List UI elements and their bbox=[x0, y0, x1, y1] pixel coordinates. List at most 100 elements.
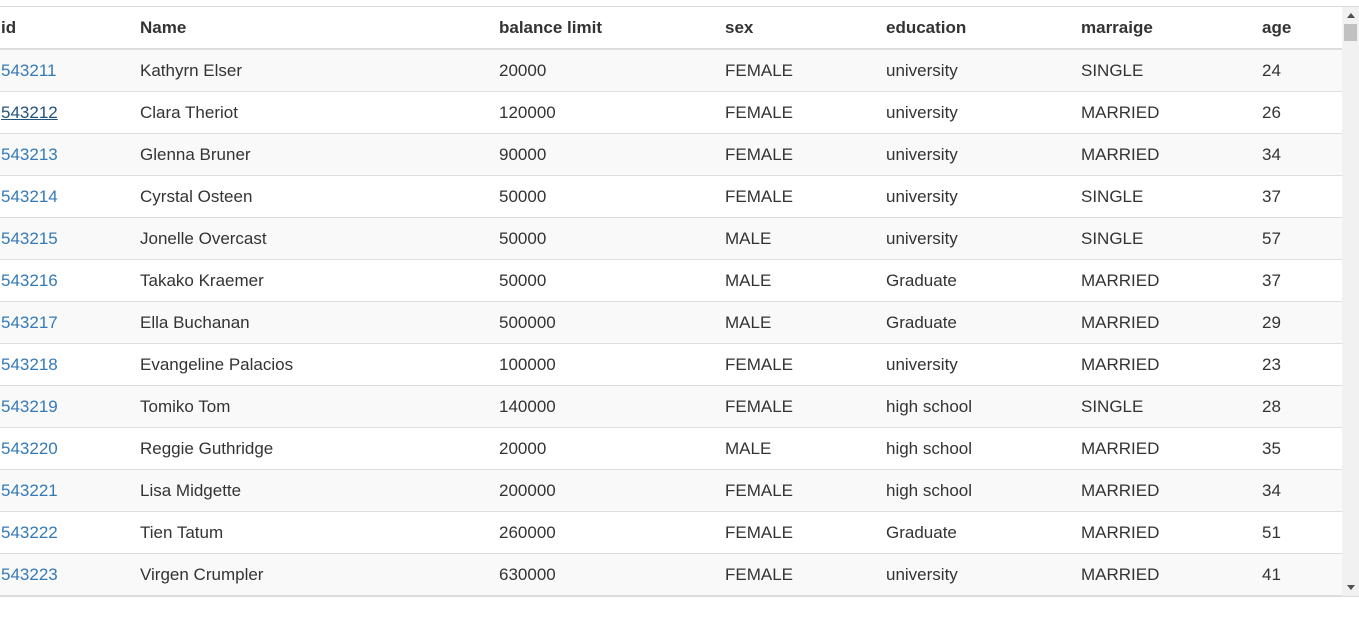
table-row: 543213 Glenna Bruner 90000 FEMALE university… bbox=[0, 133, 1342, 176]
cell-age: 37 bbox=[1262, 175, 1342, 218]
cell-marriage: MARRIED bbox=[1081, 511, 1262, 554]
cell-marriage: MARRIED bbox=[1081, 343, 1262, 386]
cell-balance-limit: 140000 bbox=[499, 385, 725, 428]
record-id-link[interactable]: 543218 bbox=[1, 355, 58, 374]
table-row: 543216 Takako Kraemer 50000 MALE Graduate MAR… bbox=[0, 259, 1342, 302]
cell-id: 543222 bbox=[0, 511, 140, 554]
cell-education: university bbox=[886, 553, 1081, 596]
cell-age: 24 bbox=[1262, 49, 1342, 92]
cell-education: high school bbox=[886, 385, 1081, 428]
record-id-link[interactable]: 543212 bbox=[1, 103, 58, 122]
vertical-scrollbar[interactable] bbox=[1342, 7, 1359, 596]
table-row: 543218 Evangeline Palacios 100000 FEMALE uni… bbox=[0, 343, 1342, 386]
cell-age: 51 bbox=[1262, 511, 1342, 554]
cell-id: 543211 bbox=[0, 49, 140, 92]
cell-education: Graduate bbox=[886, 511, 1081, 554]
cell-balance-limit: 630000 bbox=[499, 553, 725, 596]
cell-name: Kathyrn Elser bbox=[140, 49, 499, 92]
cell-age: 23 bbox=[1262, 343, 1342, 386]
scrollbar-thumb[interactable] bbox=[1344, 24, 1357, 41]
table-row: 543215 Jonelle Overcast 50000 MALE universit… bbox=[0, 217, 1342, 260]
cell-name: Takako Kraemer bbox=[140, 259, 499, 302]
cell-sex: FEMALE bbox=[725, 133, 886, 176]
record-id-link[interactable]: 543221 bbox=[1, 481, 58, 500]
cell-age: 57 bbox=[1262, 217, 1342, 260]
record-id-link[interactable]: 543211 bbox=[1, 61, 56, 80]
table-row: 543220 Reggie Guthridge 20000 MALE high scho… bbox=[0, 427, 1342, 470]
cell-marriage: SINGLE bbox=[1081, 217, 1262, 260]
table-row: 543211 Kathyrn Elser 20000 FEMALE university… bbox=[0, 49, 1342, 92]
cell-name: Tomiko Tom bbox=[140, 385, 499, 428]
cell-education: university bbox=[886, 133, 1081, 176]
cell-marriage: MARRIED bbox=[1081, 91, 1262, 134]
scroll-up-button[interactable] bbox=[1342, 7, 1359, 24]
cell-education: university bbox=[886, 175, 1081, 218]
cell-id: 543221 bbox=[0, 469, 140, 512]
cell-name: Reggie Guthridge bbox=[140, 427, 499, 470]
cell-id: 543212 bbox=[0, 91, 140, 134]
table-row: 543222 Tien Tatum 260000 FEMALE Graduate MARR… bbox=[0, 511, 1342, 554]
cell-marriage: MARRIED bbox=[1081, 553, 1262, 596]
cell-education: university bbox=[886, 217, 1081, 260]
record-id-link[interactable]: 543223 bbox=[1, 565, 58, 584]
cell-age: 34 bbox=[1262, 133, 1342, 176]
cell-age: 26 bbox=[1262, 91, 1342, 134]
cell-education: university bbox=[886, 49, 1081, 92]
cell-balance-limit: 20000 bbox=[499, 427, 725, 470]
cell-id: 543217 bbox=[0, 301, 140, 344]
cell-name: Tien Tatum bbox=[140, 511, 499, 554]
cell-education: high school bbox=[886, 427, 1081, 470]
cell-id: 543223 bbox=[0, 553, 140, 596]
cell-sex: MALE bbox=[725, 301, 886, 344]
scroll-up-arrow-icon bbox=[1346, 13, 1355, 18]
cell-balance-limit: 50000 bbox=[499, 175, 725, 218]
cell-marriage: SINGLE bbox=[1081, 385, 1262, 428]
record-id-link[interactable]: 543219 bbox=[1, 397, 58, 416]
cell-marriage: MARRIED bbox=[1081, 301, 1262, 344]
cell-sex: FEMALE bbox=[725, 553, 886, 596]
column-header-id: id bbox=[0, 7, 140, 50]
cell-balance-limit: 120000 bbox=[499, 91, 725, 134]
cell-age: 41 bbox=[1262, 553, 1342, 596]
table-row: 543221 Lisa Midgette 200000 FEMALE high scho… bbox=[0, 469, 1342, 512]
cell-id: 543215 bbox=[0, 217, 140, 260]
record-id-link[interactable]: 543213 bbox=[1, 145, 58, 164]
column-header-sex: sex bbox=[725, 7, 886, 50]
record-id-link[interactable]: 543222 bbox=[1, 523, 58, 542]
scroll-down-arrow-icon bbox=[1346, 585, 1355, 590]
record-id-link[interactable]: 543214 bbox=[1, 187, 58, 206]
cell-marriage: SINGLE bbox=[1081, 49, 1262, 92]
cell-age: 28 bbox=[1262, 385, 1342, 428]
cell-id: 543219 bbox=[0, 385, 140, 428]
table-scroll-area: id Name balance limit sex education marr… bbox=[0, 7, 1342, 596]
scroll-down-button[interactable] bbox=[1342, 579, 1359, 596]
cell-balance-limit: 90000 bbox=[499, 133, 725, 176]
record-id-link[interactable]: 543217 bbox=[1, 313, 58, 332]
cell-education: high school bbox=[886, 469, 1081, 512]
cell-id: 543214 bbox=[0, 175, 140, 218]
cell-id: 543218 bbox=[0, 343, 140, 386]
cell-age: 29 bbox=[1262, 301, 1342, 344]
cell-balance-limit: 260000 bbox=[499, 511, 725, 554]
cell-sex: FEMALE bbox=[725, 385, 886, 428]
cell-balance-limit: 50000 bbox=[499, 259, 725, 302]
cell-id: 543216 bbox=[0, 259, 140, 302]
record-id-link[interactable]: 543216 bbox=[1, 271, 58, 290]
table-body: 543211 Kathyrn Elser 20000 FEMALE university… bbox=[0, 49, 1342, 596]
record-id-link[interactable]: 543220 bbox=[1, 439, 58, 458]
cell-education: Graduate bbox=[886, 301, 1081, 344]
cell-age: 37 bbox=[1262, 259, 1342, 302]
cell-education: university bbox=[886, 91, 1081, 134]
table-row: 543214 Cyrstal Osteen 50000 FEMALE universit… bbox=[0, 175, 1342, 218]
cell-name: Evangeline Palacios bbox=[140, 343, 499, 386]
record-id-link[interactable]: 543215 bbox=[1, 229, 58, 248]
cell-sex: MALE bbox=[725, 217, 886, 260]
cell-education: university bbox=[886, 343, 1081, 386]
column-header-marriage: marraige bbox=[1081, 7, 1262, 50]
cell-sex: FEMALE bbox=[725, 469, 886, 512]
cell-name: Glenna Bruner bbox=[140, 133, 499, 176]
cell-name: Cyrstal Osteen bbox=[140, 175, 499, 218]
cell-sex: MALE bbox=[725, 259, 886, 302]
table-row: 543212 Clara Theriot 120000 FEMALE universit… bbox=[0, 91, 1342, 134]
table-row: 543217 Ella Buchanan 500000 MALE Graduate MAR… bbox=[0, 301, 1342, 344]
